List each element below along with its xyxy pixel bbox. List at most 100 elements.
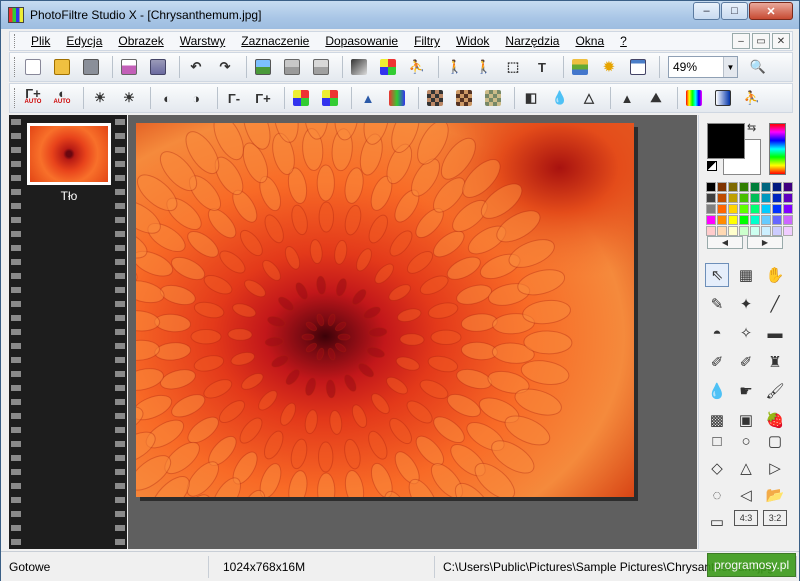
- figure-icon[interactable]: ⛹: [740, 86, 764, 110]
- sharpen-icon[interactable]: ▲: [615, 86, 639, 110]
- layers-icon[interactable]: [568, 55, 592, 79]
- new-icon[interactable]: [21, 55, 45, 79]
- pointer-icon[interactable]: ⇖: [705, 263, 729, 287]
- ratio-3-2-icon[interactable]: 3:2: [763, 510, 787, 526]
- palette-swatch[interactable]: [739, 204, 749, 214]
- chrysanthemum-photo[interactable]: [136, 123, 634, 497]
- foreground-color-swatch[interactable]: [707, 123, 745, 159]
- palette-swatch[interactable]: [706, 226, 716, 236]
- hand-icon[interactable]: ✋: [763, 263, 787, 287]
- gamma-auto-button[interactable]: Γ+ AUTO: [21, 86, 45, 110]
- chevron-down-icon[interactable]: ▼: [723, 57, 737, 77]
- menu-dopasowanie[interactable]: Dopasowanie: [317, 34, 406, 48]
- window-icon[interactable]: [626, 55, 650, 79]
- palette-swatch[interactable]: [739, 226, 749, 236]
- close-button[interactable]: ✕: [749, 2, 793, 20]
- palette-next-button[interactable]: ▶: [747, 236, 783, 249]
- rainbow-icon[interactable]: [682, 86, 706, 110]
- menu-plik[interactable]: Plik: [23, 34, 58, 48]
- palette-swatch[interactable]: [772, 204, 782, 214]
- palette-swatch[interactable]: [772, 215, 782, 225]
- color-grid-icon[interactable]: [376, 55, 400, 79]
- palette-swatch[interactable]: [783, 226, 793, 236]
- menu-filtry[interactable]: Filtry: [406, 34, 448, 48]
- play-triangle-icon[interactable]: ▷: [763, 456, 787, 480]
- polygon-icon[interactable]: ◁: [734, 483, 758, 507]
- palette-swatch[interactable]: [761, 182, 771, 192]
- contrast-minus-icon[interactable]: ◐: [155, 86, 179, 110]
- contrast-plus-icon[interactable]: ◑: [184, 86, 208, 110]
- drop-outline-icon[interactable]: △: [577, 86, 601, 110]
- walk-right-icon[interactable]: 🚶: [472, 55, 496, 79]
- undo-icon[interactable]: ↶: [184, 55, 208, 79]
- palette-swatch[interactable]: [761, 226, 771, 236]
- image-paste-icon[interactable]: [309, 55, 333, 79]
- menu-help[interactable]: ?: [612, 34, 635, 48]
- contrast-auto-button[interactable]: ◐ AUTO: [50, 86, 74, 110]
- rectangle-icon[interactable]: □: [705, 429, 729, 453]
- triangle-icon[interactable]: △: [734, 456, 758, 480]
- palette-swatch[interactable]: [750, 226, 760, 236]
- brush-icon[interactable]: ✐: [705, 350, 729, 374]
- palette-swatch[interactable]: [739, 182, 749, 192]
- invert-icon[interactable]: ◧: [519, 86, 543, 110]
- menu-narzedzia[interactable]: Narzędzia: [497, 34, 567, 48]
- eraser-icon[interactable]: ▬: [763, 321, 787, 345]
- menu-warstwy[interactable]: Warstwy: [172, 34, 234, 48]
- palette-swatch[interactable]: [739, 193, 749, 203]
- title-bar[interactable]: PhotoFiltre Studio X - [Chrysanthemum.jp…: [1, 1, 799, 29]
- blur-drop-icon[interactable]: 💧: [705, 379, 729, 403]
- palette-swatch[interactable]: [761, 204, 771, 214]
- rounded-rect-icon[interactable]: ▢: [763, 429, 787, 453]
- diamond-icon[interactable]: ◇: [705, 456, 729, 480]
- zoom-select[interactable]: 49% ▼: [668, 56, 738, 78]
- picture-frame-icon[interactable]: ▦: [734, 263, 758, 287]
- text-icon[interactable]: T: [530, 55, 554, 79]
- sharpen-more-icon[interactable]: ⛰: [644, 86, 668, 110]
- selection-icon[interactable]: ⬚: [501, 55, 525, 79]
- palette-swatch[interactable]: [706, 204, 716, 214]
- menu-edycja[interactable]: Edycja: [58, 34, 110, 48]
- image-copy-icon[interactable]: [280, 55, 304, 79]
- palette-swatch[interactable]: [706, 182, 716, 192]
- zoom-icon[interactable]: 🔍: [746, 55, 770, 79]
- palette-swatch[interactable]: [728, 204, 738, 214]
- gradient-icon[interactable]: [347, 55, 371, 79]
- layer-thumbnail[interactable]: [27, 123, 111, 185]
- advanced-brush-icon[interactable]: ✐: [734, 350, 758, 374]
- palette-swatch[interactable]: [717, 204, 727, 214]
- palette-swatch[interactable]: [706, 215, 716, 225]
- palette-swatch[interactable]: [761, 193, 771, 203]
- palette-swatch[interactable]: [750, 193, 760, 203]
- palette-swatch[interactable]: [739, 215, 749, 225]
- palette-swatch[interactable]: [728, 226, 738, 236]
- save-icon[interactable]: [79, 55, 103, 79]
- menu-grip[interactable]: [14, 34, 17, 48]
- spray-icon[interactable]: ✧: [734, 321, 758, 345]
- filter-grid-dark-icon[interactable]: [423, 86, 447, 110]
- stamp-icon[interactable]: ♜: [763, 350, 787, 374]
- transform-icon[interactable]: ⛹: [405, 55, 429, 79]
- palette-swatch[interactable]: [772, 193, 782, 203]
- color-balance-icon[interactable]: [385, 86, 409, 110]
- palette-swatch[interactable]: [750, 215, 760, 225]
- palette-swatch[interactable]: [717, 215, 727, 225]
- palette-prev-button[interactable]: ◀: [707, 236, 743, 249]
- drop-icon[interactable]: 💧: [548, 86, 572, 110]
- maximize-button[interactable]: □: [721, 2, 748, 20]
- palette-swatch[interactable]: [750, 182, 760, 192]
- smudge-icon[interactable]: ☛: [734, 379, 758, 403]
- gamma-plus-button[interactable]: Γ+: [251, 86, 275, 110]
- saturation-minus-icon[interactable]: [289, 86, 313, 110]
- palette-swatch[interactable]: [717, 182, 727, 192]
- palette-swatch[interactable]: [706, 193, 716, 203]
- open-icon[interactable]: [50, 55, 74, 79]
- eyedropper-icon[interactable]: ✎: [705, 292, 729, 316]
- palette-swatch[interactable]: [717, 193, 727, 203]
- palette-swatch[interactable]: [783, 215, 793, 225]
- palette-swatch[interactable]: [783, 193, 793, 203]
- color-spectrum[interactable]: [769, 123, 786, 175]
- histogram-icon[interactable]: ▲: [356, 86, 380, 110]
- walk-left-icon[interactable]: 🚶: [443, 55, 467, 79]
- ellipse-icon[interactable]: ○: [734, 429, 758, 453]
